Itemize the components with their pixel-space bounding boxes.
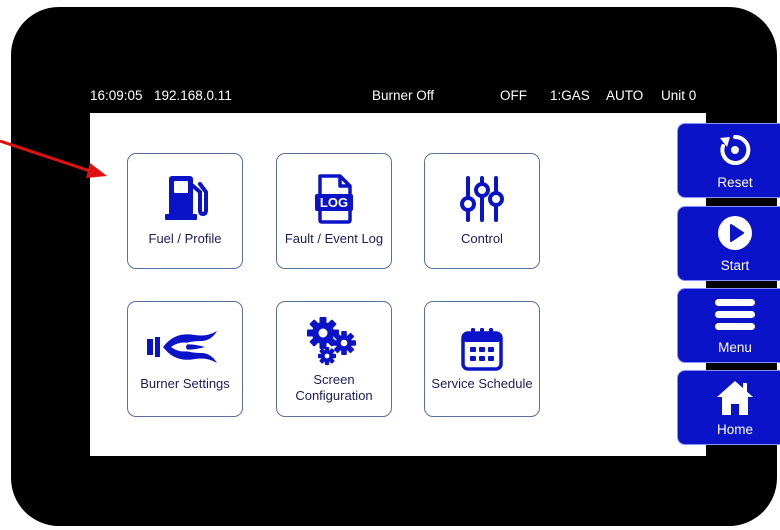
screen-configuration-button[interactable]: Screen Configuration <box>276 301 392 417</box>
home-icon <box>678 379 780 417</box>
menu-button[interactable]: Menu <box>677 288 780 363</box>
hamburger-menu-icon <box>678 297 780 333</box>
fuel-pump-icon <box>128 174 242 222</box>
fuel-profile-button[interactable]: Fuel / Profile <box>127 153 243 269</box>
main-screen: Fuel / Profile LOG Fault / Event Log Con… <box>90 113 780 456</box>
status-burner-state: Burner Off <box>372 88 435 103</box>
status-unit: Unit 0 <box>661 88 697 103</box>
start-button[interactable]: Start <box>677 206 780 281</box>
control-label: Control <box>461 231 503 246</box>
status-mode: OFF <box>500 88 527 103</box>
status-time: 16:09:05 <box>90 88 143 103</box>
calendar-icon <box>425 326 539 372</box>
start-label: Start <box>720 258 750 273</box>
menu-label: Menu <box>718 340 752 355</box>
annotation-arrow <box>0 140 107 178</box>
status-control: AUTO <box>606 88 644 103</box>
screen-configuration-label-line2: Configuration <box>295 388 373 403</box>
reset-button[interactable]: Reset <box>677 123 780 198</box>
status-fuel: 1:GAS <box>550 88 590 103</box>
burner-settings-button[interactable]: Burner Settings <box>127 301 243 417</box>
reset-label: Reset <box>717 175 753 190</box>
fuel-profile-label: Fuel / Profile <box>148 231 222 246</box>
play-icon <box>678 215 780 251</box>
fault-event-log-button[interactable]: LOG Fault / Event Log <box>276 153 392 269</box>
log-icon-text: LOG <box>320 195 348 210</box>
sliders-icon <box>425 174 539 224</box>
screen-configuration-label-line1: Screen <box>313 372 355 387</box>
service-schedule-button[interactable]: Service Schedule <box>424 301 540 417</box>
status-ip: 192.168.0.11 <box>154 88 232 103</box>
log-file-icon: LOG <box>277 174 391 224</box>
fault-event-log-label: Fault / Event Log <box>284 231 384 246</box>
home-button[interactable]: Home <box>677 370 780 445</box>
burner-flame-icon <box>128 327 242 367</box>
gears-icon <box>277 316 391 366</box>
control-button[interactable]: Control <box>424 153 540 269</box>
reset-icon <box>678 132 780 168</box>
home-label: Home <box>716 422 753 437</box>
burner-settings-label: Burner Settings <box>140 376 230 391</box>
status-bar: 16:09:05 192.168.0.11 Burner Off OFF 1:G… <box>90 85 706 107</box>
screen-configuration-label: Screen Configuration <box>279 372 389 404</box>
service-schedule-label: Service Schedule <box>431 376 533 391</box>
